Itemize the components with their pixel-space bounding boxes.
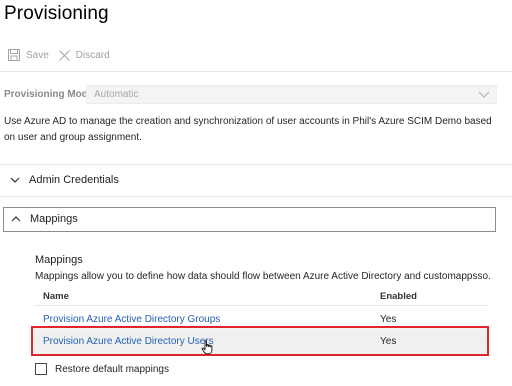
row-divider [35, 305, 488, 306]
column-header-name: Name [43, 291, 69, 302]
mappings-section-header: Mappings [5, 213, 78, 225]
divider [0, 196, 512, 197]
mappings-section-toggle[interactable]: Mappings [3, 207, 496, 232]
mappings-section-label: Mappings [30, 213, 78, 225]
provisioning-mode-label: Provisioning Mode [4, 89, 94, 100]
divider [0, 71, 512, 72]
page-title: Provisioning [4, 3, 109, 24]
provisioning-mode-value: Automatic [94, 89, 139, 100]
chevron-right-icon [10, 177, 20, 183]
toolbar: Save Discard [0, 46, 114, 64]
restore-default-mappings-label: Restore default mappings [55, 363, 169, 375]
provisioning-description: Use Azure AD to manage the creation and … [4, 116, 492, 143]
close-icon [58, 49, 70, 61]
mappings-subtext: Mappings allow you to define how data sh… [35, 271, 491, 282]
mapping-enabled-users: Yes [380, 336, 397, 347]
save-button[interactable]: Save [8, 49, 49, 61]
admin-credentials-section-toggle[interactable]: Admin Credentials [4, 174, 119, 186]
provisioning-mode-dropdown[interactable]: Automatic [86, 85, 497, 104]
chevron-up-icon [11, 216, 21, 222]
save-label: Save [26, 49, 49, 61]
admin-credentials-label: Admin Credentials [29, 174, 119, 186]
chevron-down-icon [478, 91, 490, 98]
mappings-heading: Mappings [35, 254, 83, 266]
save-icon [8, 49, 20, 61]
divider [0, 164, 512, 165]
restore-default-mappings-checkbox[interactable] [35, 363, 47, 375]
mapping-link-groups[interactable]: Provision Azure Active Directory Groups [43, 314, 220, 325]
mapping-enabled-groups: Yes [380, 314, 397, 325]
discard-button[interactable]: Discard [58, 49, 110, 61]
restore-default-mappings[interactable]: Restore default mappings [35, 363, 169, 375]
mapping-link-users[interactable]: Provision Azure Active Directory Users [43, 336, 214, 347]
hand-pointer-icon [201, 340, 213, 355]
column-header-enabled: Enabled [380, 291, 417, 302]
discard-label: Discard [75, 49, 110, 61]
